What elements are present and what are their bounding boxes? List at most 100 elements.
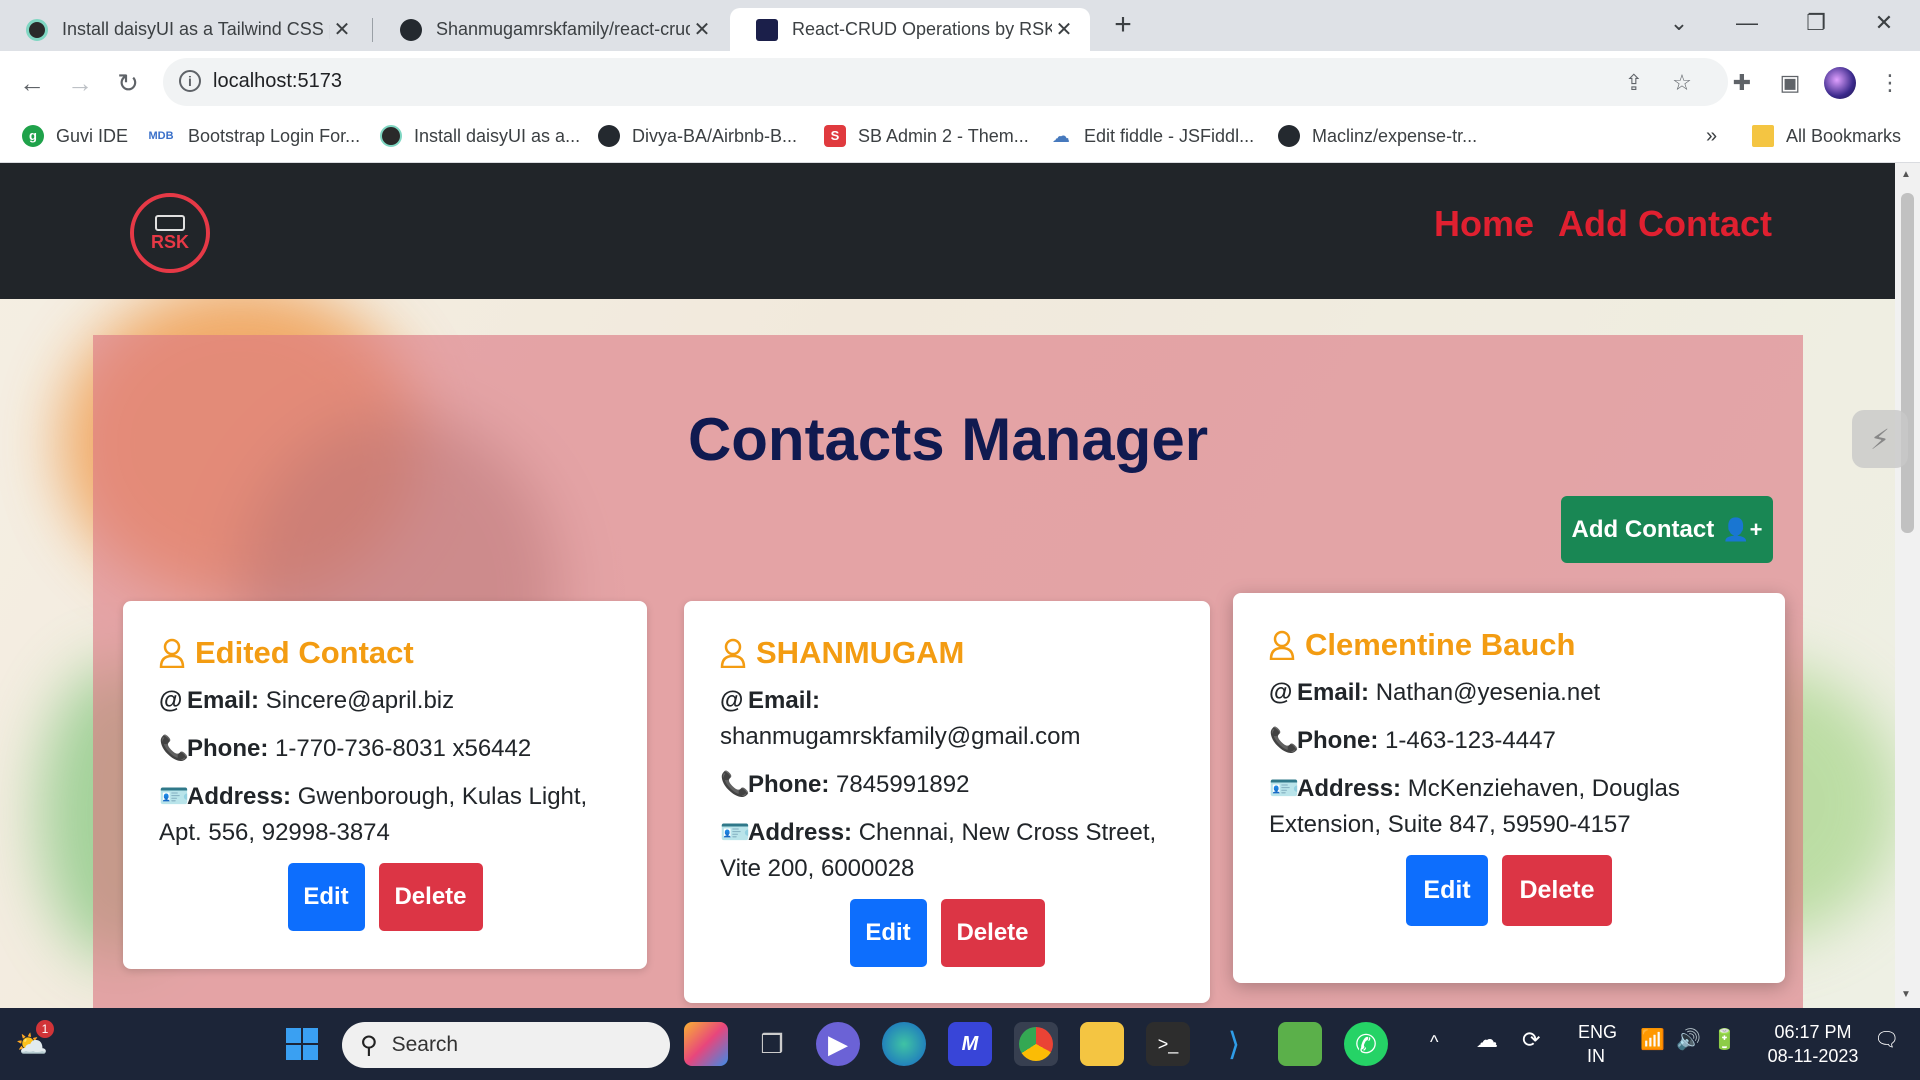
edit-button[interactable]: Edit	[1406, 855, 1488, 926]
email-value: shanmugamrskfamily@gmail.com	[720, 723, 1081, 750]
edit-button[interactable]: Edit	[287, 863, 365, 931]
user-plus-icon: 👤+	[1722, 516, 1763, 542]
delete-button[interactable]: Delete	[940, 899, 1045, 967]
contact-email: @ Email: shanmugamrskfamily@gmail.com	[720, 683, 1174, 755]
jsfiddle-icon: ☁	[1050, 125, 1072, 147]
clock[interactable]: 06:17 PM 08-11-2023	[1758, 1020, 1868, 1068]
url-text[interactable]: localhost:5173	[213, 70, 342, 93]
terminal-icon[interactable]: >_	[1146, 1022, 1190, 1066]
address-label: Address:	[1297, 775, 1402, 802]
delete-button[interactable]: Delete	[378, 863, 483, 931]
address-card-icon: 🪪	[1269, 775, 1299, 802]
floating-extension-widget[interactable]: ⚡	[1852, 410, 1908, 468]
address-card-icon: 🪪	[720, 819, 750, 846]
extensions-icon[interactable]: ✚	[1728, 69, 1756, 97]
phone-value: 1-463-123-4447	[1385, 727, 1556, 754]
scrollbar-thumb[interactable]	[1901, 193, 1914, 533]
phone-icon: 📞	[1269, 727, 1299, 754]
reload-button[interactable]: ↻	[110, 65, 146, 101]
scroll-down-arrow-icon[interactable]: ▼	[1901, 989, 1911, 1000]
phone-label: Phone:	[187, 735, 269, 762]
email-value: Nathan@yesenia.net	[1375, 679, 1601, 706]
address-card-icon: 🪪	[159, 783, 189, 810]
delete-button[interactable]: Delete	[1502, 855, 1612, 926]
volume-icon[interactable]: 🔊	[1676, 1028, 1701, 1052]
address-label: Address:	[187, 783, 292, 810]
card-actions: Edit Delete	[159, 863, 611, 931]
page-viewport: RSK Home Add Contact Contacts Manager Ad…	[0, 163, 1895, 1008]
bookmark-sb-admin[interactable]: S SB Admin 2 - Them...	[824, 125, 1029, 147]
edit-button[interactable]: Edit	[849, 899, 927, 967]
whatsapp-icon[interactable]: ✆	[1344, 1022, 1388, 1066]
bookmark-label: All Bookmarks	[1786, 125, 1902, 146]
wifi-icon[interactable]: 📶	[1640, 1028, 1665, 1052]
bookmark-daisyui[interactable]: Install daisyUI as a...	[380, 125, 580, 147]
bookmark-label: SB Admin 2 - Them...	[858, 125, 1029, 146]
nav-add-contact-link[interactable]: Add Contact	[1558, 203, 1772, 245]
bookmark-airbnb[interactable]: Divya-BA/Airbnb-B...	[598, 125, 797, 147]
start-button[interactable]	[280, 1022, 324, 1066]
contact-phone: 📞Phone: 1-463-123-4447	[1269, 723, 1749, 759]
scroll-up-arrow-icon[interactable]: ▲	[1901, 169, 1911, 180]
file-explorer-icon[interactable]	[1080, 1022, 1124, 1066]
minimize-button[interactable]: —	[1727, 8, 1767, 38]
email-label: Email:	[1297, 679, 1370, 706]
bookmark-expense-tracker[interactable]: Maclinz/expense-tr...	[1278, 125, 1477, 147]
sync-icon[interactable]: ⟳	[1522, 1028, 1540, 1052]
task-view-icon[interactable]: ❒	[750, 1022, 794, 1066]
bookmark-bootstrap-login[interactable]: MDB Bootstrap Login For...	[146, 125, 360, 147]
teams-chat-icon[interactable]: ▶	[816, 1022, 860, 1066]
image-app-icon[interactable]	[1278, 1022, 1322, 1066]
profile-avatar[interactable]	[1824, 67, 1856, 99]
share-icon[interactable]: ⇪	[1621, 70, 1647, 96]
close-window-button[interactable]: ✕	[1864, 8, 1904, 38]
menu-kebab-icon[interactable]: ⋮	[1876, 69, 1904, 97]
vscode-icon[interactable]: ⟩	[1212, 1022, 1256, 1066]
sb-icon: S	[824, 125, 846, 147]
notifications-icon[interactable]: 🗨	[1874, 1028, 1899, 1052]
show-hidden-icons-icon[interactable]: ^	[1430, 1030, 1438, 1054]
site-info-icon[interactable]: i	[179, 70, 201, 92]
tab-daisyui[interactable]: Install daisyUI as a Tailwind CSS plugin…	[0, 8, 368, 51]
address-bar[interactable]: i localhost:5173 ⇪ ☆	[163, 58, 1728, 106]
bookmark-jsfiddle[interactable]: ☁ Edit fiddle - JSFiddl...	[1050, 125, 1254, 147]
search-placeholder: Search	[391, 1033, 459, 1056]
windows-taskbar: ⛅ 1 ⚲ Search ❒ ▶ M >_ ⟩ ✆ ^ ☁ ⟳ ENG IN 📶…	[0, 1008, 1920, 1080]
tab-react-crud[interactable]: React-CRUD Operations by RSK ✕	[730, 8, 1090, 51]
new-tab-button[interactable]: +	[1106, 8, 1140, 42]
devtool-icon[interactable]: M	[948, 1022, 992, 1066]
side-panel-icon[interactable]: ▣	[1776, 69, 1804, 97]
bookmark-label: Divya-BA/Airbnb-B...	[632, 125, 798, 146]
copilot-icon[interactable]	[684, 1022, 728, 1066]
contact-name-text: Clementine Bauch	[1305, 627, 1576, 662]
contact-name-text: SHANMUGAM	[756, 635, 965, 670]
close-icon[interactable]: ✕	[690, 17, 714, 42]
language-indicator[interactable]: ENG IN	[1578, 1020, 1617, 1068]
tab-title: Shanmugamrskfamily/react-crud	[436, 19, 690, 39]
back-button[interactable]: ←	[14, 65, 50, 101]
phone-icon: 📞	[720, 771, 750, 798]
more-bookmarks-button[interactable]: »	[1706, 125, 1717, 148]
tab-search-chevron-icon[interactable]: ⌄	[1659, 8, 1699, 38]
edge-icon[interactable]	[882, 1022, 926, 1066]
nav-home-link[interactable]: Home	[1434, 203, 1534, 245]
bookmark-star-icon[interactable]: ☆	[1669, 70, 1695, 96]
tab-github[interactable]: Shanmugamrskfamily/react-crud ✕	[374, 8, 728, 51]
restore-button[interactable]: ❐	[1796, 8, 1836, 38]
taskbar-search[interactable]: ⚲ Search	[342, 1022, 670, 1068]
rsk-logo[interactable]: RSK	[130, 193, 210, 273]
close-icon[interactable]: ✕	[1052, 17, 1076, 42]
tab-title: React-CRUD Operations by RSK	[792, 19, 1052, 39]
all-bookmarks-folder[interactable]: All Bookmarks	[1752, 125, 1901, 147]
page-scrollbar[interactable]: ▲ ▼	[1895, 163, 1920, 1008]
bookmark-guvi[interactable]: g Guvi IDE	[22, 125, 128, 147]
onedrive-icon[interactable]: ☁	[1476, 1028, 1498, 1052]
phone-value: 7845991892	[836, 771, 970, 798]
battery-icon[interactable]: 🔋	[1712, 1028, 1737, 1052]
phone-icon: 📞	[159, 735, 189, 762]
close-icon[interactable]: ✕	[330, 17, 354, 42]
chrome-icon[interactable]	[1014, 1022, 1058, 1066]
bookmark-label: Edit fiddle - JSFiddl...	[1084, 125, 1255, 146]
forward-button[interactable]: →	[62, 65, 98, 101]
add-contact-button[interactable]: Add Contact 👤+	[1561, 496, 1773, 563]
